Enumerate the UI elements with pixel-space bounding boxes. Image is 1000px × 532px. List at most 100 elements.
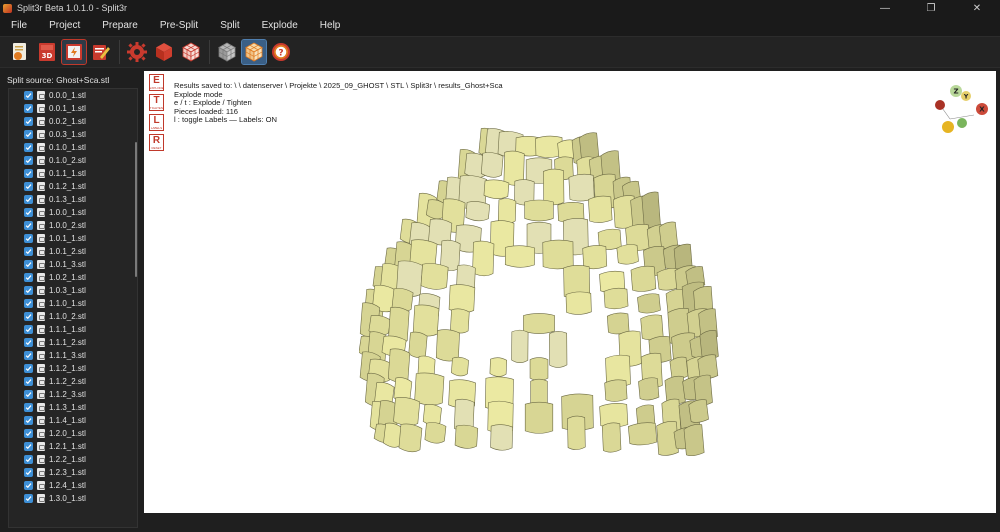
- 3d-viewport[interactable]: E EXPLODE T TIGHTEN L LABELS R RESET Results sa…: [144, 71, 996, 513]
- checkbox[interactable]: [24, 364, 33, 373]
- checkbox[interactable]: [24, 91, 33, 100]
- checkbox[interactable]: [24, 169, 33, 178]
- checkbox[interactable]: [24, 442, 33, 451]
- tree-item[interactable]: 1.0.1_3.stl: [9, 258, 137, 271]
- model-piece[interactable]: [511, 329, 529, 364]
- checkbox[interactable]: [24, 182, 33, 191]
- tree-item[interactable]: 1.1.3_1.stl: [9, 401, 137, 414]
- side-button-explode[interactable]: E EXPLODE: [149, 74, 164, 91]
- model-piece[interactable]: [472, 240, 495, 277]
- checkbox[interactable]: [24, 273, 33, 282]
- tree-item[interactable]: 1.0.0_2.stl: [9, 219, 137, 232]
- model-piece[interactable]: [524, 401, 554, 434]
- model-piece[interactable]: [435, 329, 460, 362]
- model-piece[interactable]: [567, 415, 586, 450]
- model-piece[interactable]: [630, 265, 657, 292]
- model-piece[interactable]: [640, 314, 664, 341]
- menu-split[interactable]: Split: [209, 16, 250, 36]
- tree-item[interactable]: 1.1.2_1.stl: [9, 362, 137, 375]
- model-piece[interactable]: [412, 304, 440, 337]
- checkbox[interactable]: [24, 338, 33, 347]
- model-piece[interactable]: [637, 293, 661, 314]
- checkbox[interactable]: [24, 117, 33, 126]
- tree-item[interactable]: 1.2.2_1.stl: [9, 453, 137, 466]
- tree-item[interactable]: 1.1.4_1.stl: [9, 414, 137, 427]
- model-piece[interactable]: [529, 357, 549, 381]
- file-tree-scrollbar[interactable]: [135, 142, 137, 277]
- tree-item[interactable]: 0.1.0_2.stl: [9, 154, 137, 167]
- maximize-button[interactable]: ❐: [908, 0, 954, 16]
- checkbox[interactable]: [24, 208, 33, 217]
- tree-item[interactable]: 1.2.0_1.stl: [9, 427, 137, 440]
- split-tool-button[interactable]: [61, 39, 87, 65]
- model-piece[interactable]: [489, 357, 508, 377]
- model-piece[interactable]: [565, 291, 592, 315]
- tree-item[interactable]: 0.0.0_1.stl: [9, 89, 137, 102]
- tree-item[interactable]: 0.1.0_1.stl: [9, 141, 137, 154]
- menu-prepare[interactable]: Prepare: [91, 16, 149, 36]
- model-piece[interactable]: [483, 179, 510, 199]
- checkbox[interactable]: [24, 468, 33, 477]
- checkbox[interactable]: [24, 234, 33, 243]
- tree-item[interactable]: 1.1.2_2.stl: [9, 375, 137, 388]
- checkbox[interactable]: [24, 416, 33, 425]
- model-piece[interactable]: [523, 313, 555, 334]
- model-piece[interactable]: [504, 245, 536, 268]
- tree-item[interactable]: 1.0.1_1.stl: [9, 232, 137, 245]
- edit-button[interactable]: [89, 40, 113, 64]
- menu-pre-split[interactable]: Pre-Split: [149, 16, 209, 36]
- side-button-labels[interactable]: L LABELS: [149, 114, 164, 131]
- explode-cube-button[interactable]: [241, 39, 267, 65]
- model-piece[interactable]: [542, 239, 574, 270]
- tree-item[interactable]: 1.2.1_1.stl: [9, 440, 137, 453]
- tree-item[interactable]: 1.2.3_1.stl: [9, 466, 137, 479]
- tree-item[interactable]: 0.1.1_1.stl: [9, 167, 137, 180]
- grid-cube-button[interactable]: [179, 40, 203, 64]
- model-piece[interactable]: [549, 331, 568, 368]
- model-piece[interactable]: [454, 424, 479, 449]
- menu-project[interactable]: Project: [38, 16, 91, 36]
- model-piece[interactable]: [683, 424, 705, 457]
- model-piece[interactable]: [408, 331, 428, 359]
- model-piece[interactable]: [582, 245, 608, 270]
- checkbox[interactable]: [24, 390, 33, 399]
- checkbox[interactable]: [24, 377, 33, 386]
- model-piece[interactable]: [448, 284, 476, 313]
- model-piece[interactable]: [543, 168, 565, 206]
- model-piece[interactable]: [627, 422, 658, 446]
- open-project-button[interactable]: [8, 40, 32, 64]
- checkbox[interactable]: [24, 260, 33, 269]
- checkbox[interactable]: [24, 143, 33, 152]
- menu-help[interactable]: Help: [309, 16, 352, 36]
- model-piece[interactable]: [393, 397, 421, 426]
- model-piece[interactable]: [424, 422, 447, 444]
- model-piece[interactable]: [601, 422, 622, 453]
- tree-item[interactable]: 1.0.1_2.stl: [9, 245, 137, 258]
- checkbox[interactable]: [24, 312, 33, 321]
- model-piece[interactable]: [414, 372, 445, 406]
- tree-item[interactable]: 1.0.0_1.stl: [9, 206, 137, 219]
- exploded-model[interactable]: [359, 126, 719, 471]
- model-piece[interactable]: [641, 191, 661, 229]
- model-piece[interactable]: [398, 423, 423, 453]
- load-3d-button[interactable]: 3D: [35, 40, 59, 64]
- help-button[interactable]: ?: [269, 40, 293, 64]
- model-piece[interactable]: [568, 173, 595, 202]
- tree-item[interactable]: 1.0.3_1.stl: [9, 284, 137, 297]
- checkbox[interactable]: [24, 429, 33, 438]
- model-piece[interactable]: [490, 424, 513, 451]
- model-piece[interactable]: [588, 195, 613, 223]
- checkbox[interactable]: [24, 403, 33, 412]
- model-piece[interactable]: [480, 152, 504, 178]
- file-tree[interactable]: 0.0.0_1.stl 0.0.1_1.stl 0.0.2_1.stl 0.0.3_1…: [8, 88, 138, 528]
- gray-grid-cube-button[interactable]: [215, 40, 239, 64]
- checkbox[interactable]: [24, 195, 33, 204]
- checkbox[interactable]: [24, 247, 33, 256]
- checkbox[interactable]: [24, 325, 33, 334]
- tree-item[interactable]: 0.0.3_1.stl: [9, 128, 137, 141]
- tree-item[interactable]: 1.1.1_3.stl: [9, 349, 137, 362]
- checkbox[interactable]: [24, 299, 33, 308]
- checkbox[interactable]: [24, 494, 33, 503]
- model-piece[interactable]: [465, 201, 491, 222]
- tree-item[interactable]: 1.2.4_1.stl: [9, 479, 137, 492]
